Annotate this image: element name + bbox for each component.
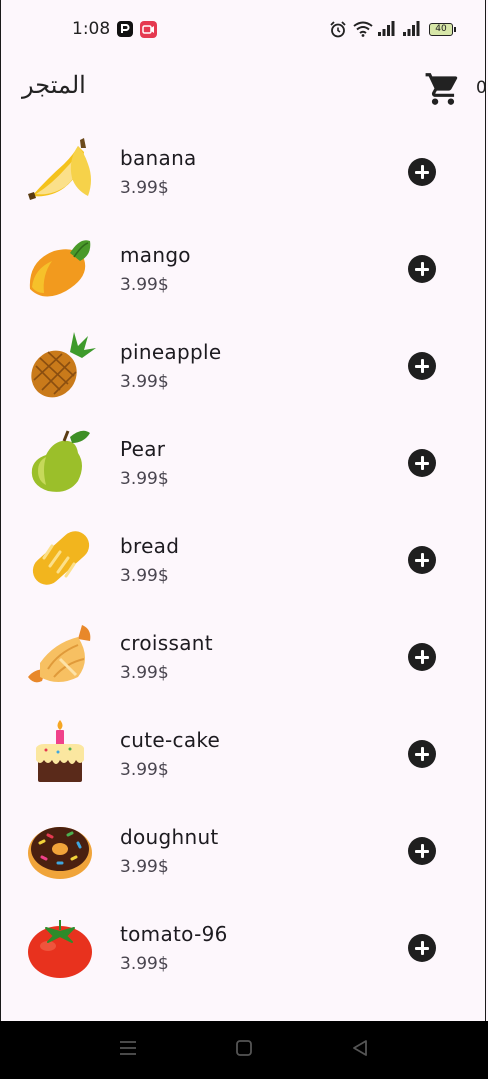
cart-button[interactable] — [424, 70, 462, 108]
product-name: cute-cake — [120, 728, 221, 752]
product-name: Pear — [120, 437, 166, 461]
banana-icon — [28, 138, 91, 200]
add-to-cart-button[interactable] — [408, 740, 436, 768]
product-price: 3.99$ — [120, 954, 169, 974]
add-to-cart-button[interactable] — [408, 934, 436, 962]
product-name: tomato-96 — [120, 922, 228, 946]
mango-icon — [29, 240, 91, 297]
product-name: croissant — [120, 631, 213, 655]
back-icon[interactable] — [351, 1038, 369, 1058]
page-title: المتجر — [22, 71, 86, 99]
doughnut-icon — [28, 827, 92, 879]
tomato-icon — [28, 920, 92, 978]
product-price: 3.99$ — [120, 566, 169, 586]
app-notification-icon — [117, 21, 133, 37]
list-item: banana 3.99$ — [0, 124, 488, 221]
product-price: 3.99$ — [120, 663, 169, 683]
shopping-cart-icon — [425, 73, 458, 105]
alarm-icon — [330, 21, 346, 38]
list-item: cute-cake 3.99$ — [0, 706, 488, 803]
product-price: 3.99$ — [120, 469, 169, 489]
product-price: 3.99$ — [120, 178, 169, 198]
list-item: croissant 3.99$ — [0, 609, 488, 706]
list-item: mango 3.99$ — [0, 221, 488, 318]
product-name: mango — [120, 243, 191, 267]
list-item: Pear 3.99$ — [0, 415, 488, 512]
cart-count: 0 — [476, 78, 487, 98]
menu-icon[interactable] — [119, 1038, 137, 1058]
wifi-icon — [353, 21, 373, 37]
product-price: 3.99$ — [120, 857, 169, 877]
system-nav-bar — [0, 1021, 488, 1079]
pear-icon — [31, 430, 90, 492]
product-price: 3.99$ — [120, 760, 169, 780]
status-time: 1:08 — [72, 19, 111, 39]
add-to-cart-button[interactable] — [408, 255, 436, 283]
battery-icon: 40 — [429, 23, 456, 36]
add-to-cart-button[interactable] — [408, 837, 436, 865]
signal-icon-1 — [378, 21, 395, 36]
product-price: 3.99$ — [120, 275, 169, 295]
add-to-cart-button[interactable] — [408, 352, 436, 380]
product-name: banana — [120, 146, 197, 170]
product-name: doughnut — [120, 825, 219, 849]
add-to-cart-button[interactable] — [408, 158, 436, 186]
product-name: pineapple — [120, 340, 222, 364]
add-to-cart-button[interactable] — [408, 546, 436, 574]
signal-icon-2 — [403, 21, 420, 36]
add-to-cart-button[interactable] — [408, 449, 436, 477]
app-bar: المتجر 0 — [0, 60, 488, 120]
list-item: doughnut 3.99$ — [0, 803, 488, 900]
pineapple-icon — [31, 332, 96, 398]
list-item: pineapple 3.99$ — [0, 318, 488, 415]
product-price: 3.99$ — [120, 372, 169, 392]
add-to-cart-button[interactable] — [408, 643, 436, 671]
screen-record-icon — [140, 21, 157, 38]
cake-icon — [36, 720, 84, 782]
product-name: bread — [120, 534, 180, 558]
list-item: tomato-96 3.99$ — [0, 900, 488, 997]
bread-icon — [32, 531, 90, 585]
status-bar: 1:08 40 — [0, 0, 488, 60]
home-icon[interactable] — [236, 1038, 252, 1058]
croissant-icon — [28, 625, 91, 683]
list-item: bread 3.99$ — [0, 512, 488, 609]
